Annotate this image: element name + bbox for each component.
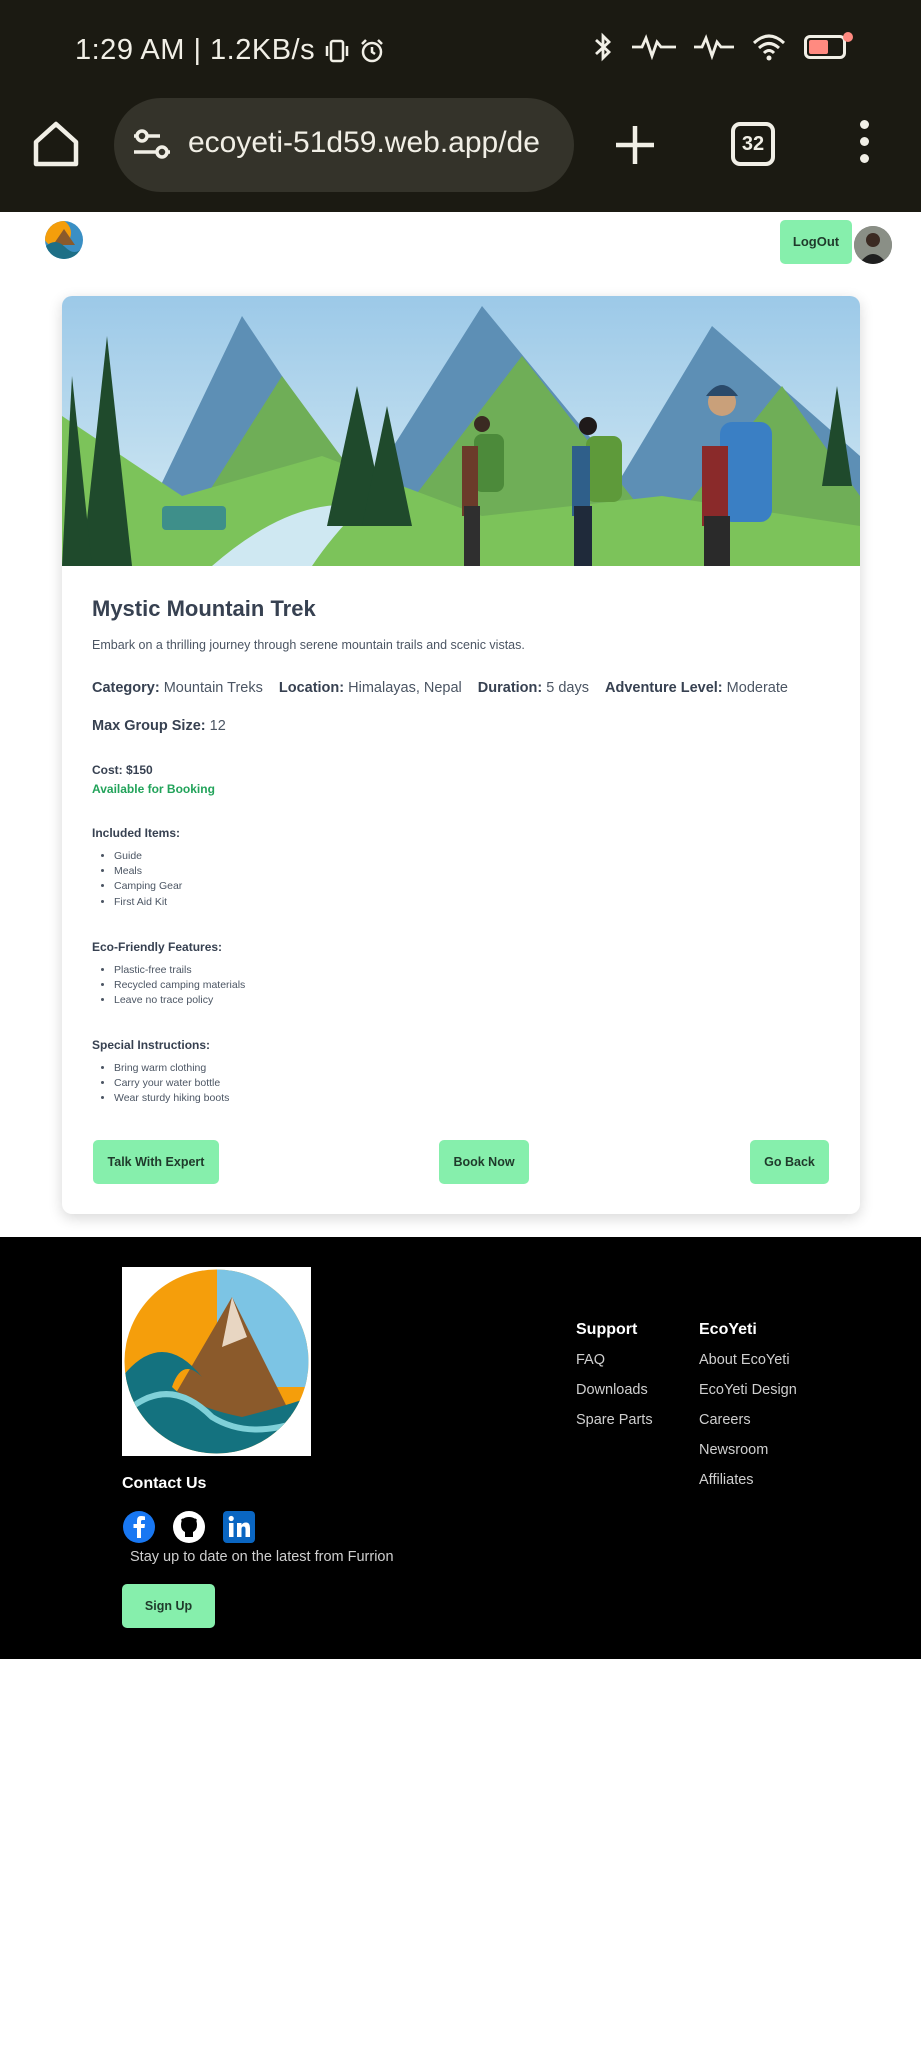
new-tab-icon[interactable] (612, 122, 658, 168)
list-item: Wear sturdy hiking boots (114, 1091, 229, 1106)
ecoyeti-title: EcoYeti (699, 1321, 757, 1338)
footer-link-careers[interactable]: Careers (699, 1411, 797, 1441)
trek-meta-row: Category: Mountain Treks Location: Himal… (92, 680, 788, 696)
vibrate-icon (325, 39, 349, 62)
site-settings-icon[interactable] (132, 126, 172, 162)
list-item: Camping Gear (114, 879, 182, 894)
list-item: Bring warm clothing (114, 1061, 229, 1076)
footer: Contact Us Stay up to date on the latest… (0, 1237, 921, 1659)
footer-link-affiliates[interactable]: Affiliates (699, 1471, 797, 1501)
footer-link-newsroom[interactable]: Newsroom (699, 1441, 797, 1471)
status-left: 1:29 AM | 1.2KB/s (75, 34, 385, 67)
bluetooth-icon (595, 32, 612, 62)
included-items-list: Guide Meals Camping Gear First Aid Kit (114, 849, 182, 910)
battery-saver-dot (843, 32, 853, 42)
home-icon[interactable] (30, 118, 82, 170)
trek-hero-image (62, 296, 860, 566)
included-items-title: Included Items: (92, 826, 181, 840)
social-links (122, 1510, 256, 1544)
meta-category: Category: Mountain Treks (92, 680, 263, 696)
special-instructions-title: Special Instructions: (92, 1038, 211, 1052)
meta-location: Location: Himalayas, Nepal (278, 680, 462, 696)
more-menu-icon[interactable] (852, 120, 876, 170)
list-item: First Aid Kit (114, 895, 182, 910)
activity-icon (632, 34, 676, 60)
footer-logo[interactable] (122, 1267, 311, 1456)
footer-link-downloads[interactable]: Downloads (576, 1381, 653, 1411)
github-icon[interactable] (172, 1510, 206, 1544)
list-item: Meals (114, 864, 182, 879)
alarm-icon (361, 38, 383, 62)
list-item: Guide (114, 849, 182, 864)
footer-link-about[interactable]: About EcoYeti (699, 1351, 797, 1381)
book-now-button[interactable]: Book Now (439, 1140, 529, 1184)
go-back-button[interactable]: Go Back (750, 1140, 829, 1184)
list-item: Leave no trace policy (114, 993, 245, 1008)
footer-link-design[interactable]: EcoYeti Design (699, 1381, 797, 1411)
list-item: Recycled camping materials (114, 978, 245, 993)
ecoyeti-column: EcoYeti About EcoYeti EcoYeti Design Car… (699, 1321, 797, 1501)
eco-features-title: Eco-Friendly Features: (92, 940, 223, 954)
battery-icon (804, 32, 853, 59)
support-title: Support (576, 1321, 638, 1338)
meta-group-size: Max Group Size: 12 (92, 718, 226, 734)
meta-adventure-level: Adventure Level: Moderate (604, 680, 788, 696)
tab-switcher-button[interactable]: 32 (731, 122, 775, 166)
linkedin-icon[interactable] (222, 1510, 256, 1544)
trek-card: Mystic Mountain Trek Embark on a thrilli… (62, 296, 860, 1214)
meta-duration: Duration: 5 days (477, 680, 589, 696)
logout-button[interactable]: LogOut (780, 220, 852, 264)
sign-up-button[interactable]: Sign Up (122, 1584, 215, 1628)
facebook-icon[interactable] (122, 1510, 156, 1544)
availability-status: Available for Booking (92, 782, 215, 796)
activity-icon-2 (694, 34, 734, 60)
battery-level (809, 40, 829, 54)
browser-chrome: 1:29 AM | 1.2KB/s ecoyeti-51d59.web.app/… (0, 0, 921, 212)
status-bar: 1:29 AM | 1.2KB/s (0, 0, 921, 100)
newsletter-tagline: Stay up to date on the latest from Furri… (130, 1549, 394, 1565)
trek-description: Embark on a thrilling journey through se… (92, 638, 525, 652)
trek-cost: Cost: $150 (92, 763, 153, 777)
eco-features-list: Plastic-free trails Recycled camping mat… (114, 963, 245, 1009)
support-column: Support FAQ Downloads Spare Parts (576, 1321, 653, 1441)
talk-with-expert-button[interactable]: Talk With Expert (93, 1140, 219, 1184)
footer-link-spare-parts[interactable]: Spare Parts (576, 1411, 653, 1441)
wifi-icon (752, 34, 786, 61)
url-text[interactable]: ecoyeti-51d59.web.app/de (188, 126, 564, 160)
app-logo[interactable] (45, 221, 83, 259)
browser-toolbar: ecoyeti-51d59.web.app/de 32 (0, 98, 921, 192)
contact-us-title: Contact Us (122, 1475, 207, 1492)
list-item: Plastic-free trails (114, 963, 245, 978)
status-time: 1:29 AM | 1.2KB/s (75, 34, 316, 66)
list-item: Carry your water bottle (114, 1076, 229, 1091)
status-right (592, 32, 853, 62)
avatar[interactable] (854, 226, 892, 264)
footer-link-faq[interactable]: FAQ (576, 1351, 653, 1381)
trek-title: Mystic Mountain Trek (92, 596, 316, 621)
special-instructions-list: Bring warm clothing Carry your water bot… (114, 1061, 229, 1107)
address-bar[interactable]: ecoyeti-51d59.web.app/de (114, 98, 574, 192)
